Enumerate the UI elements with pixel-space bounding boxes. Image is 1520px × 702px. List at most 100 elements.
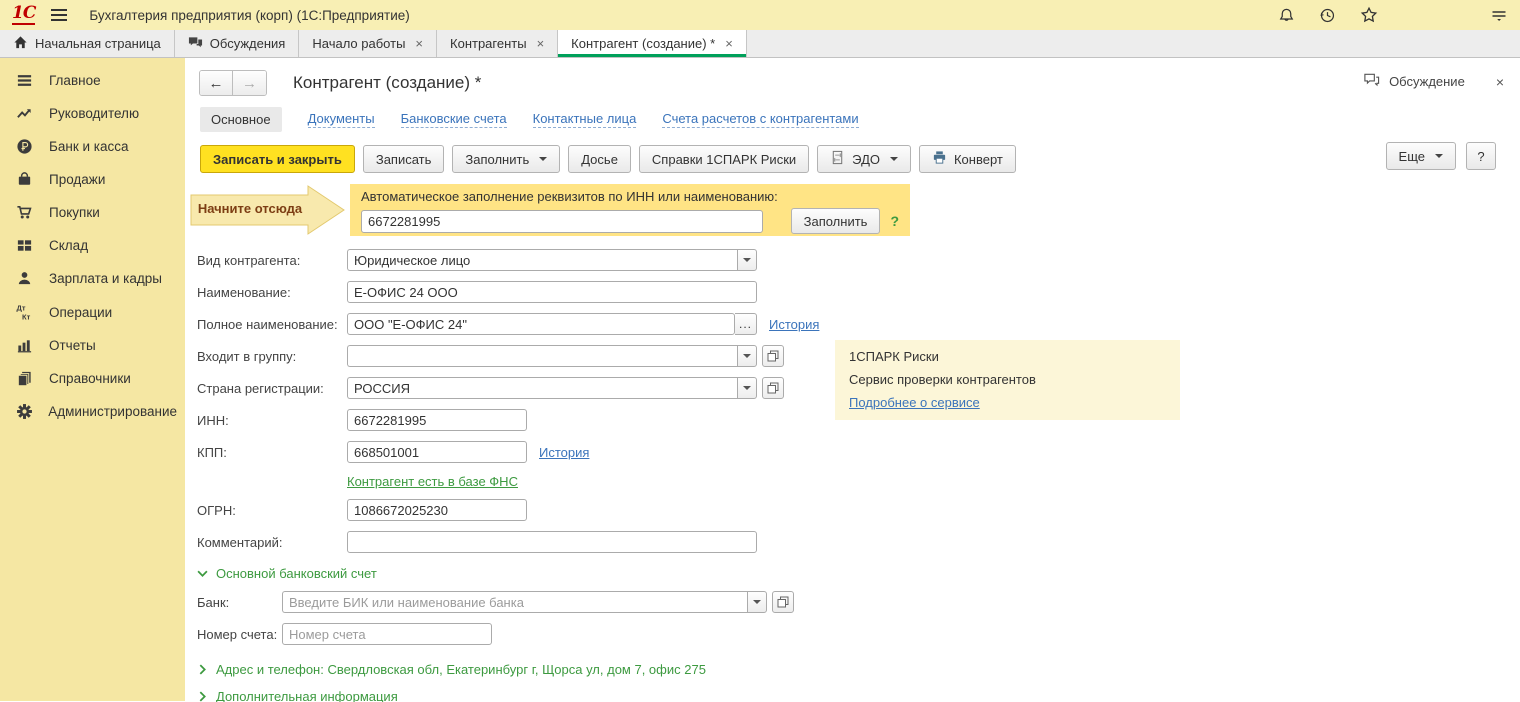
country-open-button[interactable] bbox=[762, 377, 784, 399]
nav-tab-documents[interactable]: Документы bbox=[308, 111, 375, 128]
tab-counterparties[interactable]: Контрагенты × bbox=[437, 30, 558, 57]
tab-home-page[interactable]: Начальная страница bbox=[0, 30, 175, 57]
account-row: Номер счета: bbox=[197, 618, 1504, 650]
fns-status-link[interactable]: Контрагент есть в базе ФНС bbox=[347, 474, 518, 489]
ogrn-input[interactable] bbox=[347, 499, 527, 521]
full-name-ellipsis-button[interactable]: ... bbox=[735, 313, 757, 335]
kind-row: Вид контрагента: bbox=[197, 244, 1504, 276]
tab-discussions[interactable]: Обсуждения bbox=[175, 30, 300, 57]
chevron-down-icon[interactable] bbox=[747, 591, 767, 613]
nav-tab-main[interactable]: Основное bbox=[200, 107, 282, 132]
main-menu-icon[interactable] bbox=[49, 7, 69, 23]
tab-getting-started[interactable]: Начало работы × bbox=[299, 30, 437, 57]
kpp-input[interactable] bbox=[347, 441, 527, 463]
history-nav: ← → bbox=[199, 70, 267, 96]
spark-reference-button[interactable]: Справки 1СПАРК Риски bbox=[639, 145, 809, 173]
kpp-history-link[interactable]: История bbox=[539, 445, 589, 460]
warehouse-grid-icon bbox=[15, 237, 34, 254]
history-icon[interactable] bbox=[1319, 7, 1336, 24]
save-button[interactable]: Записать bbox=[363, 145, 445, 173]
more-button[interactable]: Еще bbox=[1386, 142, 1456, 170]
account-input[interactable] bbox=[282, 623, 492, 645]
kpp-row: КПП: История bbox=[197, 436, 1504, 468]
autofill-inn-input[interactable] bbox=[361, 210, 763, 233]
sidebar-item-label: Администрирование bbox=[48, 404, 177, 419]
sidebar-item-bank-cash[interactable]: Банк и касса bbox=[0, 130, 185, 163]
sidebar-item-warehouse[interactable]: Склад bbox=[0, 229, 185, 262]
sidebar-item-operations[interactable]: ДтКт Операции bbox=[0, 295, 185, 329]
full-name-input[interactable] bbox=[347, 313, 735, 335]
open-window-icon bbox=[767, 350, 779, 362]
extra-info-section-toggle[interactable]: Дополнительная информация bbox=[197, 689, 398, 702]
autofill-hint-row: Начните отсюда Автоматическое заполнение… bbox=[190, 184, 1520, 236]
nav-tab-contact-persons[interactable]: Контактные лица bbox=[533, 111, 637, 128]
group-combobox[interactable] bbox=[347, 345, 757, 367]
full-name-history-link[interactable]: История bbox=[769, 317, 819, 332]
edo-dropdown-button[interactable]: ЭДО bbox=[817, 145, 911, 173]
bank-label: Банк: bbox=[197, 595, 282, 610]
fill-dropdown-button[interactable]: Заполнить bbox=[452, 145, 560, 173]
sidebar-item-label: Отчеты bbox=[49, 338, 96, 353]
comment-row: Комментарий: bbox=[197, 526, 1504, 558]
address-section-toggle[interactable]: Адрес и телефон: Свердловская обл, Екате… bbox=[197, 662, 706, 677]
kind-combobox[interactable] bbox=[347, 249, 757, 271]
cart-icon bbox=[15, 204, 34, 221]
sidebar-item-manager[interactable]: Руководителю bbox=[0, 97, 185, 130]
chevron-down-icon bbox=[1435, 154, 1443, 158]
save-and-close-button[interactable]: Записать и закрыть bbox=[200, 145, 355, 173]
discussion-control[interactable]: Обсуждение × bbox=[1363, 72, 1504, 91]
trend-arrow-icon bbox=[15, 105, 34, 122]
chevron-down-icon[interactable] bbox=[737, 345, 757, 367]
back-button[interactable]: ← bbox=[200, 71, 233, 95]
tab-label: Контрагент (создание) * bbox=[571, 36, 715, 51]
service-menu-icon[interactable] bbox=[1490, 6, 1508, 24]
kind-input[interactable] bbox=[347, 249, 737, 271]
discussion-close-icon[interactable]: × bbox=[1496, 74, 1504, 90]
chevron-down-icon[interactable] bbox=[737, 377, 757, 399]
name-input[interactable] bbox=[347, 281, 757, 303]
sidebar-item-administration[interactable]: Администрирование bbox=[0, 395, 185, 428]
back-icon: ← bbox=[209, 75, 224, 92]
address-section-row: Адрес и телефон: Свердловская обл, Екате… bbox=[197, 656, 1504, 683]
sidebar-item-directories[interactable]: Справочники bbox=[0, 362, 185, 395]
sidebar-item-payroll-hr[interactable]: Зарплата и кадры bbox=[0, 262, 185, 295]
envelope-print-button[interactable]: Конверт bbox=[919, 145, 1016, 173]
sidebar-item-purchases[interactable]: Покупки bbox=[0, 196, 185, 229]
tab-close-icon[interactable]: × bbox=[537, 36, 545, 51]
home-icon bbox=[13, 35, 28, 53]
group-input[interactable] bbox=[347, 345, 737, 367]
dossier-button[interactable]: Досье bbox=[568, 145, 631, 173]
tab-counterparty-new[interactable]: Контрагент (создание) * × bbox=[558, 30, 747, 57]
forward-button[interactable]: → bbox=[233, 71, 266, 95]
nav-tab-bank-accounts[interactable]: Банковские счета bbox=[401, 111, 507, 128]
group-open-button[interactable] bbox=[762, 345, 784, 367]
notifications-bell-icon[interactable] bbox=[1278, 7, 1295, 24]
chevron-down-icon bbox=[539, 157, 547, 161]
open-window-icon bbox=[777, 596, 789, 608]
sidebar-item-sales[interactable]: Продажи bbox=[0, 163, 185, 196]
nav-tab-settlement-accounts[interactable]: Счета расчетов с контрагентами bbox=[662, 111, 858, 128]
page-header: ← → Контрагент (создание) * bbox=[185, 58, 1520, 98]
sidebar-item-label: Покупки bbox=[49, 205, 100, 220]
help-button[interactable]: ? bbox=[1466, 142, 1496, 170]
tab-close-icon[interactable]: × bbox=[415, 36, 423, 51]
bank-input[interactable] bbox=[282, 591, 747, 613]
inn-input[interactable] bbox=[347, 409, 527, 431]
bank-open-button[interactable] bbox=[772, 591, 794, 613]
sidebar-item-label: Справочники bbox=[49, 371, 131, 386]
autofill-help-link[interactable]: ? bbox=[890, 213, 899, 229]
country-input[interactable] bbox=[347, 377, 737, 399]
inn-label: ИНН: bbox=[197, 413, 347, 428]
autofill-fill-button[interactable]: Заполнить bbox=[791, 208, 881, 234]
spark-details-link[interactable]: Подробнее о сервисе bbox=[849, 395, 980, 410]
favorites-star-icon[interactable] bbox=[1360, 6, 1378, 24]
dt-kt-icon: ДтКт bbox=[15, 303, 34, 321]
bank-section-toggle[interactable]: Основной банковский счет bbox=[197, 566, 377, 581]
country-combobox[interactable] bbox=[347, 377, 757, 399]
sidebar-item-main[interactable]: Главное bbox=[0, 64, 185, 97]
bank-combobox[interactable] bbox=[282, 591, 767, 613]
chevron-down-icon[interactable] bbox=[737, 249, 757, 271]
tab-close-icon[interactable]: × bbox=[725, 36, 733, 51]
sidebar-item-reports[interactable]: Отчеты bbox=[0, 329, 185, 362]
comment-input[interactable] bbox=[347, 531, 757, 553]
